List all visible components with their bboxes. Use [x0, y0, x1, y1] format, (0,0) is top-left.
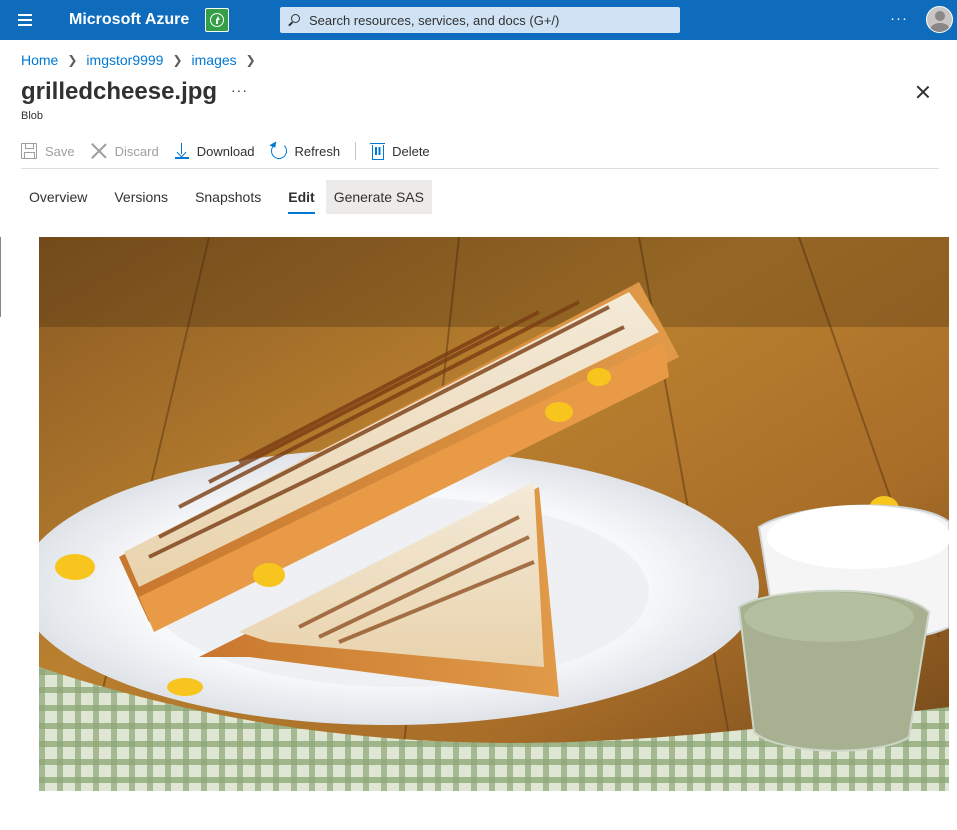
save-button[interactable]: Save	[21, 143, 75, 159]
chevron-right-icon: ❯	[245, 53, 256, 67]
tab-bar: Overview Versions Snapshots Edit Generat…	[21, 180, 443, 214]
discard-button[interactable]: Discard	[91, 143, 159, 159]
save-label: Save	[45, 143, 75, 159]
breadcrumb-home[interactable]: Home	[21, 52, 58, 68]
more-icon[interactable]: ···	[890, 10, 908, 27]
refresh-icon	[270, 143, 287, 159]
refresh-button[interactable]: Refresh	[270, 143, 341, 159]
chevron-right-icon: ❯	[67, 53, 78, 67]
download-icon	[174, 143, 189, 159]
tab-edit[interactable]: Edit	[280, 180, 322, 214]
delete-button[interactable]: Delete	[370, 142, 430, 160]
blob-image-preview	[39, 237, 949, 791]
brand-title[interactable]: Microsoft Azure	[69, 11, 189, 29]
page-title: grilledcheese.jpg	[21, 78, 218, 105]
tab-versions[interactable]: Versions	[106, 180, 176, 214]
chevron-right-icon: ❯	[172, 53, 183, 67]
search-icon	[288, 14, 300, 26]
search-input[interactable]: Search resources, services, and docs (G+…	[280, 7, 680, 33]
discard-label: Discard	[114, 143, 159, 159]
page-subtitle: Blob	[21, 110, 44, 122]
breadcrumb-container[interactable]: images	[192, 52, 237, 68]
download-button[interactable]: Download	[174, 143, 255, 159]
delete-label: Delete	[392, 143, 430, 159]
breadcrumb: Home ❯ imgstor9999 ❯ images ❯	[21, 52, 265, 68]
command-bar: Save Discard Download Refresh Delete	[21, 138, 446, 164]
more-options-icon[interactable]: ···	[231, 82, 248, 98]
save-icon	[21, 143, 37, 159]
hamburger-menu-icon[interactable]	[12, 11, 38, 29]
download-label: Download	[196, 143, 255, 159]
left-edge-border	[0, 237, 1, 317]
toolbar-divider-line	[21, 168, 939, 169]
delete-icon	[370, 142, 386, 160]
tab-snapshots[interactable]: Snapshots	[187, 180, 269, 214]
breadcrumb-storage-account[interactable]: imgstor9999	[86, 52, 163, 68]
discard-icon	[91, 143, 107, 159]
tab-overview[interactable]: Overview	[21, 180, 95, 214]
avatar[interactable]	[926, 6, 953, 33]
top-bar: Microsoft Azure Search resources, servic…	[0, 0, 957, 40]
refresh-label: Refresh	[294, 143, 341, 159]
upgrade-icon[interactable]	[205, 8, 229, 32]
tab-generate-sas[interactable]: Generate SAS	[325, 180, 432, 214]
toolbar-divider	[355, 142, 357, 160]
search-placeholder: Search resources, services, and docs (G+…	[309, 12, 560, 28]
close-icon[interactable]	[914, 83, 932, 101]
